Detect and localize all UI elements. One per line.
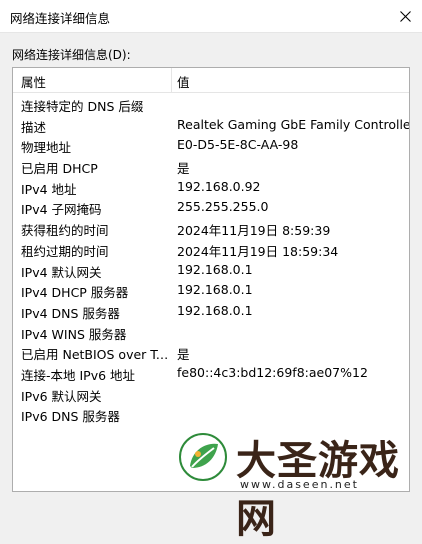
watermark: 大圣游戏网 www.daseen.net (170, 418, 422, 542)
property-value: 255.255.255.0 (177, 199, 269, 215)
property-value: 192.168.0.1 (177, 302, 253, 318)
column-header-property[interactable]: 属性 (21, 72, 46, 91)
property-name: IPv4 子网掩码 (21, 202, 102, 218)
list-item[interactable]: 描述 Realtek Gaming GbE Family Controller (13, 115, 409, 136)
property-name: 获得租约的时间 (21, 223, 109, 239)
list-item[interactable]: IPv4 子网掩码 255.255.255.0 (13, 197, 409, 218)
watermark-url: www.daseen.net (240, 478, 359, 491)
list-item[interactable]: IPv4 DHCP 服务器 192.168.0.1 (13, 280, 409, 301)
list-header: 属性 值 (13, 68, 409, 93)
list-item[interactable]: 已启用 NetBIOS over Tc... 是 (13, 342, 409, 363)
property-name: IPv6 默认网关 (21, 388, 102, 404)
details-group-label: 网络连接详细信息(D): (12, 48, 131, 62)
column-header-value[interactable]: 值 (177, 72, 190, 91)
property-name: 连接特定的 DNS 后缀 (21, 99, 144, 114)
list-item[interactable]: 租约过期的时间 2024年11月19日 18:59:34 (13, 239, 409, 260)
property-name: IPv4 地址 (21, 181, 77, 197)
close-icon (399, 10, 411, 22)
property-value: E0-D5-5E-8C-AA-98 (177, 137, 299, 153)
property-name: IPv4 默认网关 (21, 264, 102, 280)
property-name: IPv4 WINS 服务器 (21, 326, 127, 342)
property-name: IPv4 DHCP 服务器 (21, 285, 129, 301)
list-item[interactable]: IPv4 DNS 服务器 192.168.0.1 (13, 301, 409, 322)
list-item[interactable]: 物理地址 E0-D5-5E-8C-AA-98 (13, 135, 409, 156)
property-name: 已启用 NetBIOS over Tc... (21, 347, 169, 363)
list-item[interactable]: IPv6 默认网关 (13, 384, 409, 405)
property-name: 描述 (21, 119, 47, 135)
property-name: 连接-本地 IPv6 地址 (21, 367, 136, 383)
property-name: 租约过期的时间 (21, 243, 109, 259)
property-value: 是 (177, 161, 190, 177)
property-value: Realtek Gaming GbE Family Controller (177, 116, 410, 132)
list-item[interactable]: IPv4 地址 192.168.0.92 (13, 177, 409, 198)
list-item[interactable]: IPv4 WINS 服务器 (13, 322, 409, 343)
property-value: 2024年11月19日 18:59:34 (177, 243, 339, 259)
property-value: fe80::4c3:bd12:69f8:ae07%12 (177, 364, 368, 380)
property-name: IPv6 DNS 服务器 (21, 409, 120, 425)
list-item[interactable]: 连接特定的 DNS 后缀 (13, 94, 409, 115)
title-bar: 网络连接详细信息 (0, 0, 422, 33)
property-value: 是 (177, 347, 190, 363)
leaf-logo-icon (179, 433, 227, 481)
list-item[interactable]: 获得租约的时间 2024年11月19日 8:59:39 (13, 218, 409, 239)
list-rows: 连接特定的 DNS 后缀 描述 Realtek Gaming GbE Family … (13, 94, 409, 425)
property-value: 192.168.0.1 (177, 261, 253, 277)
list-item[interactable]: 已启用 DHCP 是 (13, 156, 409, 177)
column-separator[interactable] (171, 68, 172, 92)
window-title: 网络连接详细信息 (10, 11, 111, 26)
property-value: 192.168.0.92 (177, 178, 261, 194)
property-value: 192.168.0.1 (177, 282, 253, 298)
property-name: IPv4 DNS 服务器 (21, 305, 120, 321)
close-button[interactable] (388, 0, 422, 32)
property-value: 2024年11月19日 8:59:39 (177, 223, 331, 239)
property-name: 物理地址 (21, 140, 72, 156)
list-item[interactable]: 连接-本地 IPv6 地址 fe80::4c3:bd12:69f8:ae07%12 (13, 363, 409, 384)
list-item[interactable]: IPv4 默认网关 192.168.0.1 (13, 260, 409, 281)
property-name: 已启用 DHCP (21, 161, 98, 177)
